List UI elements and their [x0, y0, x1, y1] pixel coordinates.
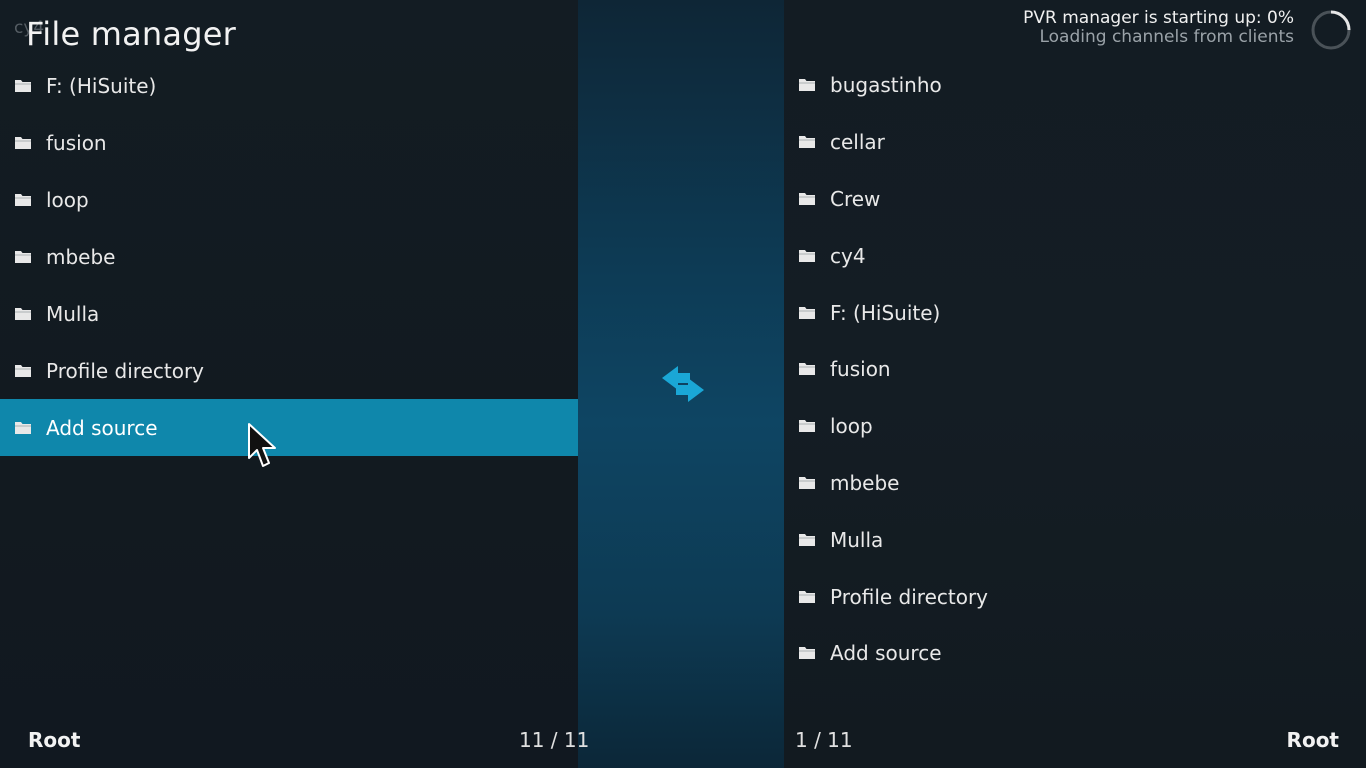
folder-icon — [15, 79, 31, 92]
folder-icon — [15, 364, 31, 377]
item-label: cy4 — [830, 243, 866, 268]
folder-icon — [799, 590, 815, 603]
folder-icon — [799, 192, 815, 205]
folder-icon — [15, 307, 31, 320]
item-label: Profile directory — [46, 358, 205, 383]
left-file-list: F: (HiSuite) fusion loop mbebe Mulla Profile … — [0, 57, 578, 456]
page-title: File manager — [26, 15, 236, 53]
right-list-item[interactable]: mbebe — [784, 455, 1366, 512]
folder-icon — [15, 250, 31, 263]
left-item-count: 11 / 11 — [519, 728, 590, 752]
right-list-item[interactable]: loop — [784, 398, 1366, 455]
swap-arrows-icon[interactable] — [658, 362, 708, 406]
folder-icon — [799, 306, 815, 319]
item-label: bugastinho — [830, 73, 942, 98]
left-list-item[interactable]: Add source — [0, 399, 578, 456]
pvr-status: PVR manager is starting up: 0% Loading c… — [1023, 9, 1294, 47]
left-list-item[interactable]: fusion — [0, 114, 578, 171]
item-label: F: (HiSuite) — [46, 73, 157, 98]
folder-icon — [15, 421, 31, 434]
item-label: Mulla — [46, 301, 100, 326]
right-root-label: Root — [1286, 728, 1339, 752]
folder-icon — [799, 533, 815, 546]
item-label: F: (HiSuite) — [830, 300, 941, 325]
left-list-item[interactable]: Profile directory — [0, 342, 578, 399]
item-label: mbebe — [830, 470, 900, 495]
right-list-item[interactable]: Profile directory — [784, 568, 1366, 625]
right-file-list: bugastinho cellar Crew cy4 F: (HiSuite) fusio… — [784, 57, 1366, 682]
left-list-item[interactable]: Mulla — [0, 285, 578, 342]
item-label: Profile directory — [830, 584, 989, 609]
right-list-item[interactable]: Crew — [784, 171, 1366, 228]
item-label: fusion — [830, 357, 891, 382]
left-root-label: Root — [28, 728, 81, 752]
left-list-item[interactable]: mbebe — [0, 228, 578, 285]
left-list-item[interactable]: F: (HiSuite) — [0, 57, 578, 114]
right-item-count: 1 / 11 — [795, 728, 853, 752]
item-label: mbebe — [46, 244, 116, 269]
left-list-item[interactable]: loop — [0, 171, 578, 228]
folder-icon — [799, 79, 815, 92]
right-list-item[interactable]: Mulla — [784, 511, 1366, 568]
folder-icon — [15, 136, 31, 149]
folder-icon — [799, 363, 815, 376]
right-list-item[interactable]: cellar — [784, 114, 1366, 171]
item-label: Mulla — [830, 527, 884, 552]
item-label: fusion — [46, 130, 107, 155]
folder-icon — [799, 476, 815, 489]
item-label: Add source — [46, 415, 158, 440]
folder-icon — [799, 647, 815, 660]
right-list-item[interactable]: Add source — [784, 625, 1366, 682]
folder-icon — [15, 193, 31, 206]
mouse-cursor-icon — [248, 423, 276, 467]
busy-spinner-icon — [1311, 10, 1351, 50]
pvr-substatus-text: Loading channels from clients — [1039, 27, 1294, 47]
item-label: cellar — [830, 130, 885, 155]
right-list-item[interactable]: cy4 — [784, 227, 1366, 284]
folder-icon — [799, 420, 815, 433]
item-label: loop — [830, 414, 873, 439]
pvr-status-text: PVR manager is starting up: 0% — [1023, 8, 1294, 28]
folder-icon — [799, 249, 815, 262]
folder-icon — [799, 136, 815, 149]
item-label: Add source — [830, 641, 942, 666]
right-list-item[interactable]: bugastinho — [784, 57, 1366, 114]
item-label: loop — [46, 187, 89, 212]
right-list-item[interactable]: fusion — [784, 341, 1366, 398]
item-label: Crew — [830, 186, 881, 211]
right-list-item[interactable]: F: (HiSuite) — [784, 284, 1366, 341]
